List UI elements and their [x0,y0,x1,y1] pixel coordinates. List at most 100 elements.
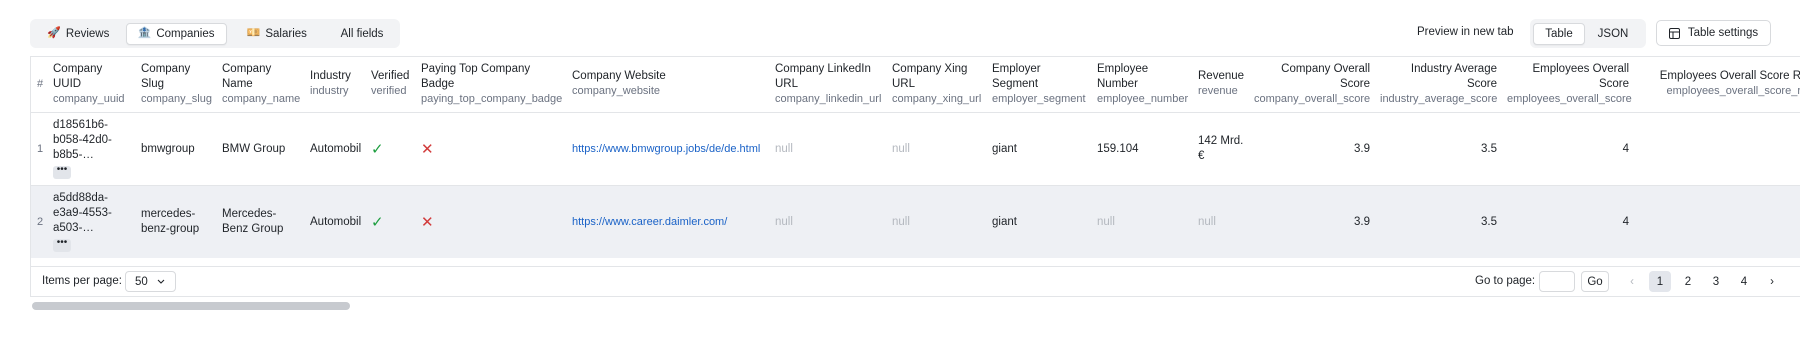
chevron-down-icon [157,279,165,284]
tab-salaries-label: Salaries [265,27,307,40]
tab-table[interactable]: Table [1533,22,1585,45]
check-icon: ✓ [371,213,384,231]
cross-icon: ✕ [421,213,434,231]
cell-employee-number: null [1097,215,1115,228]
cell-employees-overall-score: 4 [1622,142,1629,155]
expand-cell-button[interactable]: ••• [53,165,71,179]
horizontal-scrollbar[interactable] [30,301,1800,311]
col-company-overall-score[interactable]: Company Overall Score company_overall_sco… [1249,57,1375,113]
cell-verified: ✓ [366,112,416,185]
next-page-button[interactable]: › [1761,271,1783,292]
cell-company-linkedin-url: null [775,142,793,155]
col-company-slug[interactable]: Company Slug company_slug [136,57,217,113]
cell-industry: Automobil [310,215,362,228]
table-row[interactable]: 2 a5dd88da-e3a9-4553-a503-… ••• mercedes… [31,185,1800,258]
items-per-page-label: Items per page: [42,275,122,287]
website-link[interactable]: https://www.bmwgroup.jobs/de/de.html [572,143,760,155]
cell-company-name: Mercedes-Benz Group [222,207,284,235]
col-paying-top-company-badge[interactable]: Paying Top Company Badge paying_top_compa… [416,57,567,113]
go-to-page-label: Go to page: [1475,275,1536,287]
col-employer-segment[interactable]: Employer Segment employer_segment [987,57,1092,113]
cell-company-website: https://www.bmwgroup.jobs/de/de.html [567,112,770,185]
expand-cell-button[interactable]: ••• [53,238,71,253]
tab-json[interactable]: JSON [1587,23,1639,45]
uuid-text: d18561b6-b058-42d0-b8b5-… [53,119,112,161]
cell-company-uuid: a5dd88da-e3a9-4553-a503-… ••• [48,185,136,258]
col-company-linkedin-url[interactable]: Company LinkedIn URL company_linkedin_url [770,57,887,113]
col-company-name[interactable]: Company Name company_name [217,57,305,113]
cell-employees-overall-score-r [1634,112,1800,185]
table-icon [1668,27,1680,39]
header-row: # Company UUID company_uuid Company Slug c… [31,57,1800,113]
prev-page-button[interactable]: ‹ [1621,271,1643,292]
tab-companies-label: Companies [156,27,215,40]
row-index: 2 [37,215,44,228]
tab-companies[interactable]: 🏦 Companies [125,22,227,45]
cell-company-overall-score: 3.9 [1354,215,1370,228]
cell-revenue: null [1198,215,1216,228]
col-revenue[interactable]: Revenue revenue [1193,57,1249,113]
check-icon: ✓ [371,140,384,158]
items-per-page-value: 50 [135,275,148,288]
cell-employee-number: 159.104 [1097,142,1139,155]
scrollbar-thumb[interactable] [32,302,350,310]
pagination: ‹ 1 2 3 4 › [1621,271,1783,292]
col-employees-overall-score-r[interactable]: Employees Overall Score Remployees_overa… [1634,57,1800,113]
cell-company-xing-url: null [892,215,910,228]
tab-reviews[interactable]: 🚀 Reviews [33,23,124,45]
preview-in-new-tab-button[interactable]: Preview in new tab [1417,26,1514,38]
page-button-4[interactable]: 4 [1733,271,1755,292]
col-industry-average-score[interactable]: Industry Average Score industry_average_s… [1375,57,1502,113]
table-row[interactable]: 1 d18561b6-b058-42d0-b8b5-… ••• bmwgroup… [31,112,1800,185]
cell-industry: Automobil [310,142,362,155]
col-employee-number[interactable]: Employee Number employee_number [1092,57,1193,113]
cell-employees-overall-score: 4 [1622,215,1629,228]
cell-company-linkedin-url: null [775,215,793,228]
table-settings-label: Table settings [1687,27,1759,39]
cell-verified: ✓ [366,185,416,258]
tab-reviews-label: Reviews [65,27,110,40]
cell-company-website: https://www.career.daimler.com/ [567,185,770,258]
cell-industry-average-score: 3.5 [1481,142,1497,155]
cross-icon: ✕ [421,140,434,158]
data-table-container: # Company UUID company_uuid Company Slug c… [30,56,1800,297]
table-footer: Items per page: 50 Go to page: Go ‹ 1 2 … [31,266,1800,296]
format-tabs: Table JSON [1530,19,1646,48]
page-button-1[interactable]: 1 [1649,271,1671,292]
tab-salaries[interactable]: 💴 Salaries [229,23,325,45]
index-header: # [31,57,48,113]
cell-paying-top-company-badge: ✕ [416,185,567,258]
col-verified[interactable]: Verified verified [366,57,416,113]
cell-industry-average-score: 3.5 [1481,215,1497,228]
go-button[interactable]: Go [1581,271,1609,292]
cell-paying-top-company-badge: ✕ [416,112,567,185]
page-button-3[interactable]: 3 [1705,271,1727,292]
cell-employer-segment: giant [992,215,1017,228]
cell-employees-overall-score-r [1634,185,1800,258]
uuid-text: a5dd88da-e3a9-4553-a503-… [53,192,112,235]
col-company-xing-url[interactable]: Company Xing URL company_xing_url [887,57,987,113]
website-link[interactable]: https://www.career.daimler.com/ [572,216,727,228]
cell-company-slug: bmwgroup [141,142,195,155]
view-tabs: 🚀 Reviews 🏦 Companies 💴 Salaries All fie… [30,19,400,48]
col-employees-overall-score[interactable]: Employees Overall Score employees_overall… [1502,57,1634,113]
row-index: 1 [37,142,44,155]
cell-company-xing-url: null [892,142,910,155]
table-settings-button[interactable]: Table settings [1656,20,1771,46]
col-company-uuid[interactable]: Company UUID company_uuid [48,57,136,113]
toolbar: 🚀 Reviews 🏦 Companies 💴 Salaries All fie… [30,19,1800,48]
tab-all-fields-label: All fields [340,27,384,40]
cell-revenue: 142 Mrd. € [1198,134,1244,162]
cell-company-name: BMW Group [222,142,286,155]
cell-company-overall-score: 3.9 [1354,142,1370,155]
page-button-2[interactable]: 2 [1677,271,1699,292]
cell-company-slug: mercedes-benz-group [141,207,200,235]
items-per-page-select[interactable]: 50 [125,271,176,292]
col-company-website[interactable]: Company Website company_website [567,57,770,113]
go-to-page-input[interactable] [1539,271,1575,292]
money-icon: 💴 [246,27,261,39]
companies-table: # Company UUID company_uuid Company Slug c… [31,57,1800,258]
cell-company-uuid: d18561b6-b058-42d0-b8b5-… ••• [48,112,136,185]
tab-all-fields[interactable]: All fields [327,23,397,45]
col-industry[interactable]: Industry industry [305,57,366,113]
